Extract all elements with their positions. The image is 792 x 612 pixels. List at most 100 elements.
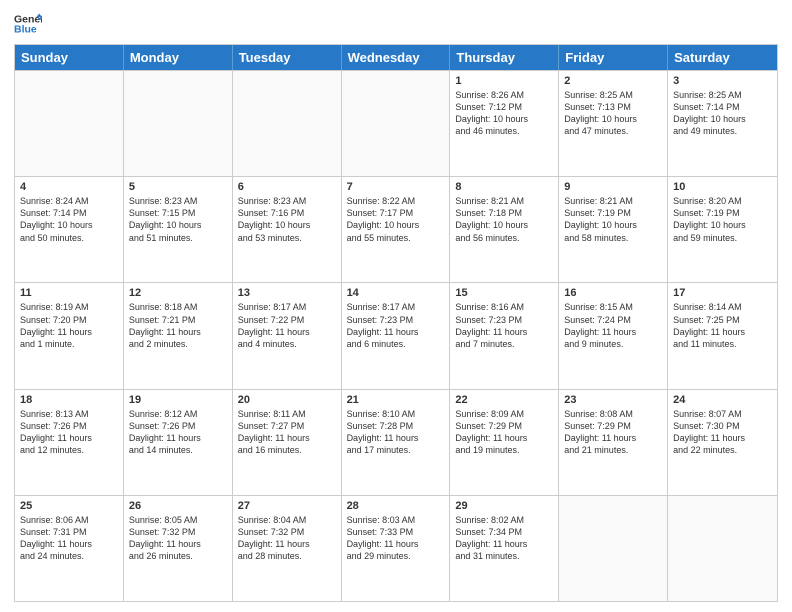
day-info: Sunrise: 8:03 AM Sunset: 7:33 PM Dayligh… — [347, 514, 445, 563]
day-info: Sunrise: 8:17 AM Sunset: 7:22 PM Dayligh… — [238, 301, 336, 350]
calendar-cell: 6 Sunrise: 8:23 AM Sunset: 7:16 PM Daylig… — [233, 177, 342, 282]
day-info: Sunrise: 8:23 AM Sunset: 7:16 PM Dayligh… — [238, 195, 336, 244]
weekday-header-monday: Monday — [124, 45, 233, 70]
day-number: 28 — [347, 500, 445, 512]
calendar-cell: 3Sunrise: 8:25 AM Sunset: 7:14 PM Daylig… — [668, 71, 777, 176]
day-number: 24 — [673, 394, 772, 406]
calendar-cell: 23 Sunrise: 8:08 AM Sunset: 7:29 PM Dayli… — [559, 390, 668, 495]
calendar-row-1: 4 Sunrise: 8:24 AM Sunset: 7:14 PM Daylig… — [15, 176, 777, 282]
calendar-row-3: 18 Sunrise: 8:13 AM Sunset: 7:26 PM Dayli… — [15, 389, 777, 495]
day-number: 14 — [347, 287, 445, 299]
day-info: Sunrise: 8:21 AM Sunset: 7:18 PM Dayligh… — [455, 195, 553, 244]
day-info: Sunrise: 8:12 AM Sunset: 7:26 PM Dayligh… — [129, 408, 227, 457]
day-number: 26 — [129, 500, 227, 512]
calendar-cell: 13 Sunrise: 8:17 AM Sunset: 7:22 PM Dayli… — [233, 283, 342, 388]
day-number: 20 — [238, 394, 336, 406]
day-number: 21 — [347, 394, 445, 406]
day-info: Sunrise: 8:18 AM Sunset: 7:21 PM Dayligh… — [129, 301, 227, 350]
calendar-cell: 4 Sunrise: 8:24 AM Sunset: 7:14 PM Daylig… — [15, 177, 124, 282]
day-number: 1 — [455, 75, 553, 87]
calendar-cell: 24Sunrise: 8:07 AM Sunset: 7:30 PM Dayli… — [668, 390, 777, 495]
day-number: 12 — [129, 287, 227, 299]
weekday-header-thursday: Thursday — [450, 45, 559, 70]
header: General Blue — [14, 10, 778, 38]
calendar-cell: 19 Sunrise: 8:12 AM Sunset: 7:26 PM Dayli… — [124, 390, 233, 495]
calendar-cell: 29 Sunrise: 8:02 AM Sunset: 7:34 PM Dayli… — [450, 496, 559, 601]
day-info: Sunrise: 8:11 AM Sunset: 7:27 PM Dayligh… — [238, 408, 336, 457]
logo-icon: General Blue — [14, 10, 42, 38]
day-info: Sunrise: 8:06 AM Sunset: 7:31 PM Dayligh… — [20, 514, 118, 563]
day-info: Sunrise: 8:19 AM Sunset: 7:20 PM Dayligh… — [20, 301, 118, 350]
calendar-header-row: SundayMondayTuesdayWednesdayThursdayFrid… — [15, 45, 777, 70]
calendar-cell — [233, 71, 342, 176]
calendar-cell: 25 Sunrise: 8:06 AM Sunset: 7:31 PM Dayli… — [15, 496, 124, 601]
day-info: Sunrise: 8:22 AM Sunset: 7:17 PM Dayligh… — [347, 195, 445, 244]
calendar-cell: 2 Sunrise: 8:25 AM Sunset: 7:13 PM Daylig… — [559, 71, 668, 176]
calendar-cell: 10 Sunrise: 8:20 AM Sunset: 7:19 PM Dayli… — [668, 177, 777, 282]
calendar-cell: 26 Sunrise: 8:05 AM Sunset: 7:32 PM Dayli… — [124, 496, 233, 601]
day-info: Sunrise: 8:02 AM Sunset: 7:34 PM Dayligh… — [455, 514, 553, 563]
calendar-cell: 27Sunrise: 8:04 AM Sunset: 7:32 PM Dayli… — [233, 496, 342, 601]
calendar-cell — [559, 496, 668, 601]
day-number: 10 — [673, 181, 772, 193]
calendar-cell: 11Sunrise: 8:19 AM Sunset: 7:20 PM Dayli… — [15, 283, 124, 388]
day-number: 2 — [564, 75, 662, 87]
day-number: 13 — [238, 287, 336, 299]
calendar-cell: 1 Sunrise: 8:26 AM Sunset: 7:12 PM Daylig… — [450, 71, 559, 176]
day-number: 25 — [20, 500, 118, 512]
calendar-cell: 8 Sunrise: 8:21 AM Sunset: 7:18 PM Daylig… — [450, 177, 559, 282]
day-number: 19 — [129, 394, 227, 406]
calendar-cell: 17Sunrise: 8:14 AM Sunset: 7:25 PM Dayli… — [668, 283, 777, 388]
day-number: 22 — [455, 394, 553, 406]
calendar-cell: 21Sunrise: 8:10 AM Sunset: 7:28 PM Dayli… — [342, 390, 451, 495]
calendar-cell: 7 Sunrise: 8:22 AM Sunset: 7:17 PM Daylig… — [342, 177, 451, 282]
calendar-cell — [15, 71, 124, 176]
day-info: Sunrise: 8:20 AM Sunset: 7:19 PM Dayligh… — [673, 195, 772, 244]
day-info: Sunrise: 8:05 AM Sunset: 7:32 PM Dayligh… — [129, 514, 227, 563]
calendar-body: 1 Sunrise: 8:26 AM Sunset: 7:12 PM Daylig… — [15, 70, 777, 601]
day-number: 6 — [238, 181, 336, 193]
calendar-cell: 18 Sunrise: 8:13 AM Sunset: 7:26 PM Dayli… — [15, 390, 124, 495]
day-number: 23 — [564, 394, 662, 406]
calendar-page: General Blue SundayMondayTuesdayWednesda… — [0, 0, 792, 612]
day-number: 5 — [129, 181, 227, 193]
day-number: 3 — [673, 75, 772, 87]
calendar-cell: 22 Sunrise: 8:09 AM Sunset: 7:29 PM Dayli… — [450, 390, 559, 495]
day-number: 15 — [455, 287, 553, 299]
calendar-cell: 14 Sunrise: 8:17 AM Sunset: 7:23 PM Dayli… — [342, 283, 451, 388]
day-info: Sunrise: 8:24 AM Sunset: 7:14 PM Dayligh… — [20, 195, 118, 244]
calendar-cell — [342, 71, 451, 176]
day-info: Sunrise: 8:23 AM Sunset: 7:15 PM Dayligh… — [129, 195, 227, 244]
weekday-header-tuesday: Tuesday — [233, 45, 342, 70]
day-number: 4 — [20, 181, 118, 193]
logo: General Blue — [14, 10, 42, 38]
calendar-cell: 5 Sunrise: 8:23 AM Sunset: 7:15 PM Daylig… — [124, 177, 233, 282]
calendar-cell: 16 Sunrise: 8:15 AM Sunset: 7:24 PM Dayli… — [559, 283, 668, 388]
day-number: 27 — [238, 500, 336, 512]
day-number: 8 — [455, 181, 553, 193]
day-info: Sunrise: 8:25 AM Sunset: 7:13 PM Dayligh… — [564, 89, 662, 138]
calendar: SundayMondayTuesdayWednesdayThursdayFrid… — [14, 44, 778, 602]
day-info: Sunrise: 8:08 AM Sunset: 7:29 PM Dayligh… — [564, 408, 662, 457]
calendar-cell: 15Sunrise: 8:16 AM Sunset: 7:23 PM Dayli… — [450, 283, 559, 388]
calendar-cell — [124, 71, 233, 176]
day-info: Sunrise: 8:15 AM Sunset: 7:24 PM Dayligh… — [564, 301, 662, 350]
calendar-cell — [668, 496, 777, 601]
calendar-cell: 12 Sunrise: 8:18 AM Sunset: 7:21 PM Dayli… — [124, 283, 233, 388]
day-number: 18 — [20, 394, 118, 406]
day-info: Sunrise: 8:13 AM Sunset: 7:26 PM Dayligh… — [20, 408, 118, 457]
calendar-row-2: 11Sunrise: 8:19 AM Sunset: 7:20 PM Dayli… — [15, 282, 777, 388]
day-info: Sunrise: 8:17 AM Sunset: 7:23 PM Dayligh… — [347, 301, 445, 350]
day-number: 16 — [564, 287, 662, 299]
calendar-row-0: 1 Sunrise: 8:26 AM Sunset: 7:12 PM Daylig… — [15, 70, 777, 176]
calendar-cell: 20 Sunrise: 8:11 AM Sunset: 7:27 PM Dayli… — [233, 390, 342, 495]
day-number: 29 — [455, 500, 553, 512]
day-number: 17 — [673, 287, 772, 299]
svg-text:Blue: Blue — [14, 23, 37, 35]
day-number: 7 — [347, 181, 445, 193]
calendar-row-4: 25 Sunrise: 8:06 AM Sunset: 7:31 PM Dayli… — [15, 495, 777, 601]
calendar-cell: 28 Sunrise: 8:03 AM Sunset: 7:33 PM Dayli… — [342, 496, 451, 601]
day-info: Sunrise: 8:09 AM Sunset: 7:29 PM Dayligh… — [455, 408, 553, 457]
weekday-header-saturday: Saturday — [668, 45, 777, 70]
day-info: Sunrise: 8:26 AM Sunset: 7:12 PM Dayligh… — [455, 89, 553, 138]
